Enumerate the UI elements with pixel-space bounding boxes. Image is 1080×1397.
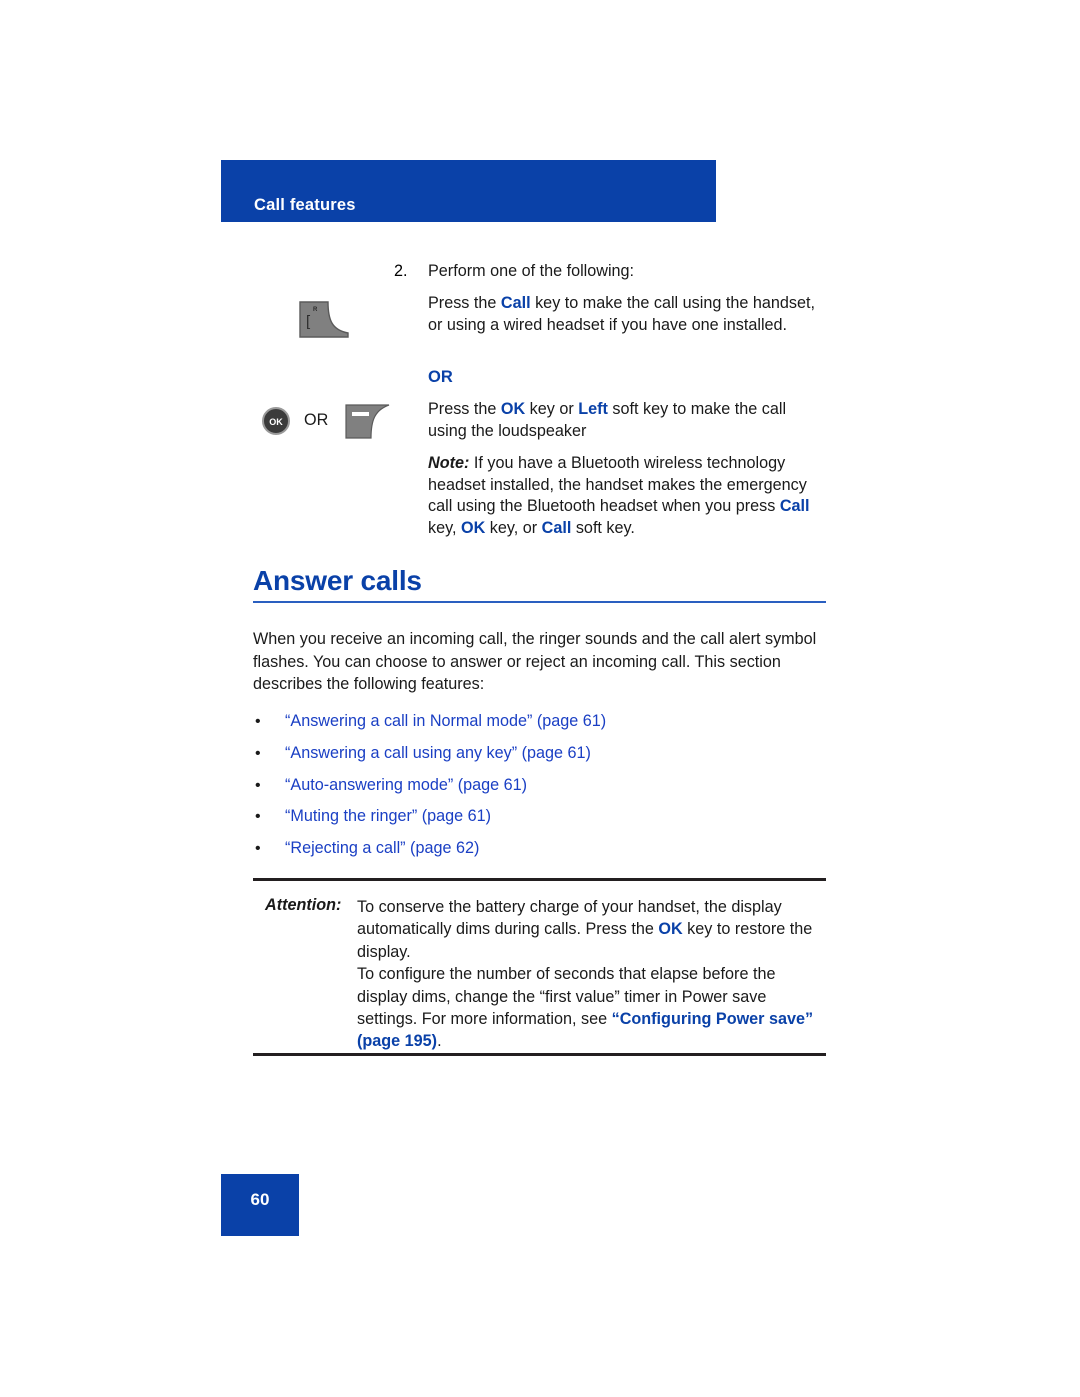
ok-key-instruction: Press the OK key or Left soft key to mak… xyxy=(428,399,826,442)
attention-ok-keyword: OK xyxy=(658,920,683,939)
attention-rule-bottom xyxy=(253,1053,826,1056)
note-label: Note: xyxy=(428,454,470,472)
note-call-keyword-1: Call xyxy=(779,497,810,516)
list-item[interactable]: • “Auto-answering mode” (page 61) xyxy=(253,776,833,808)
call-key-icon: R [ xyxy=(298,300,350,340)
section-intro-paragraph: When you receive an incoming call, the r… xyxy=(253,630,817,693)
list-item[interactable]: • “Answering a call using any key” (page… xyxy=(253,744,833,776)
bullet-marker-icon: • xyxy=(255,776,261,794)
note-text-3: key, or xyxy=(485,518,542,537)
note-text-4: soft key. xyxy=(571,518,635,537)
call-key-instruction: Press the Call key to make the call usin… xyxy=(428,293,830,336)
svg-text:OK: OK xyxy=(269,417,283,427)
page-header-title: Call features xyxy=(254,196,356,214)
attention-label: Attention: xyxy=(265,896,342,914)
cross-reference-link[interactable]: “Auto-answering mode” (page 61) xyxy=(285,776,527,795)
bullet-marker-icon: • xyxy=(255,808,261,826)
or-divider-label: OR xyxy=(428,368,453,386)
step-number: 2. xyxy=(394,262,408,280)
attention-paragraph-2: To configure the number of seconds that … xyxy=(357,963,827,1053)
ok-key-instruction-prefix: Press the xyxy=(428,400,501,418)
call-key-keyword: Call xyxy=(500,294,531,312)
note-text-1: If you have a Bluetooth wireless technol… xyxy=(428,454,807,516)
note-paragraph: Note: If you have a Bluetooth wireless t… xyxy=(428,453,828,539)
cross-reference-link[interactable]: “Muting the ringer” (page 61) xyxy=(285,807,491,826)
cross-reference-link[interactable]: “Answering a call in Normal mode” (page … xyxy=(285,712,606,731)
call-key-instruction-prefix: Press the xyxy=(428,294,501,312)
attention-body: To conserve the battery charge of your h… xyxy=(357,896,827,1053)
list-item[interactable]: • “Muting the ringer” (page 61) xyxy=(253,807,833,839)
note-call-keyword-2: Call xyxy=(541,518,572,537)
cross-reference-list: • “Answering a call in Normal mode” (pag… xyxy=(253,712,833,871)
bullet-marker-icon: • xyxy=(255,840,261,858)
list-item[interactable]: • “Answering a call in Normal mode” (pag… xyxy=(253,712,833,744)
cross-reference-link[interactable]: “Rejecting a call” (page 62) xyxy=(285,839,479,858)
step-instruction: Perform one of the following: xyxy=(428,262,635,280)
bullet-marker-icon: • xyxy=(255,744,261,762)
ok-keyword: OK xyxy=(500,400,526,418)
left-keyword: Left xyxy=(578,400,608,418)
cross-reference-link[interactable]: “Answering a call using any key” (page 6… xyxy=(285,744,591,763)
bullet-marker-icon: • xyxy=(255,713,261,730)
ok-button-icon: OK xyxy=(261,406,291,436)
ok-key-instruction-middle: key or xyxy=(525,400,579,418)
attention-rule-top xyxy=(253,878,826,881)
section-heading-rule xyxy=(253,601,826,603)
page-header-bar: Call features xyxy=(221,160,716,222)
left-soft-key-icon xyxy=(345,404,390,440)
attention-paragraph-1: To conserve the battery charge of your h… xyxy=(357,896,827,963)
page-number-box: 60 xyxy=(221,1174,299,1236)
note-ok-keyword: OK xyxy=(460,518,486,537)
section-heading-answer-calls: Answer calls xyxy=(253,565,422,596)
svg-text:R: R xyxy=(313,307,318,313)
page-number: 60 xyxy=(250,1190,270,1209)
or-between-icons-label: OR xyxy=(304,411,329,429)
note-text-2: key, xyxy=(428,518,461,537)
attention-para2-text-b: . xyxy=(437,1032,442,1051)
list-item[interactable]: • “Rejecting a call” (page 62) xyxy=(253,839,833,871)
